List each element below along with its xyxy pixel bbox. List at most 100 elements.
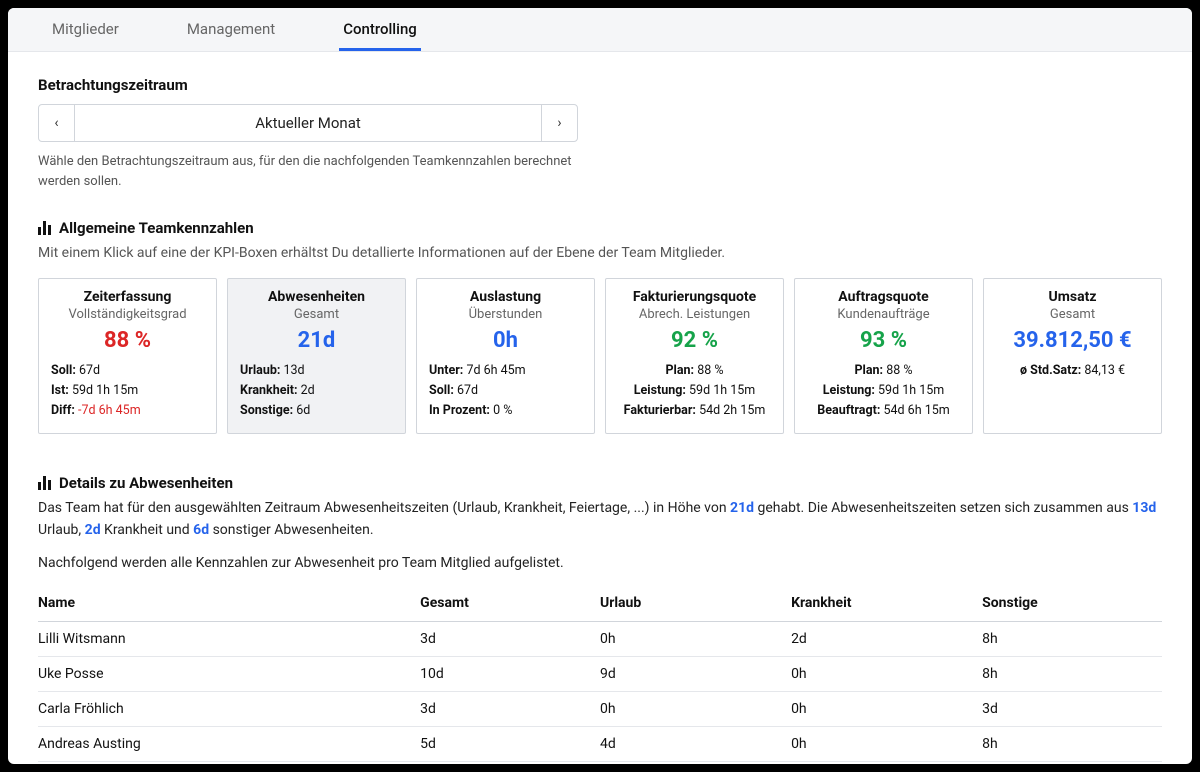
period-value[interactable]: Aktueller Monat xyxy=(75,105,541,141)
highlight-value: 6d xyxy=(193,522,209,538)
cell-name: Andreas Austing xyxy=(38,727,420,762)
kpi-auftragsquote[interactable]: Auftragsquote Kundenaufträge 93 % Plan: … xyxy=(794,278,973,434)
kpi-value: 93 % xyxy=(807,328,960,353)
col-krankheit: Krankheit xyxy=(791,587,982,622)
cell-krankheit: 0h xyxy=(791,727,982,762)
kpi-line-key: Leistung: xyxy=(823,383,875,398)
kpi-subtitle: Gesamt xyxy=(240,307,393,322)
kpi-line-val: 59d 1h 15m xyxy=(72,383,138,398)
kpi-subtitle: Kundenaufträge xyxy=(807,307,960,322)
kpi-value: 39.812,50 € xyxy=(996,328,1149,353)
kpi-line-key: Soll: xyxy=(51,363,76,378)
period-prev-button[interactable]: ‹ xyxy=(39,105,75,141)
kpi-line-key: Plan: xyxy=(665,363,694,378)
kpi-line-key: Sonstige: xyxy=(240,403,293,418)
kpi-title: Auftragsquote xyxy=(807,289,960,305)
tab-management[interactable]: Management xyxy=(183,8,279,51)
text: Das Team hat für den ausgewählten Zeitra… xyxy=(38,500,730,516)
text: Krankheit und xyxy=(101,522,194,538)
period-next-button[interactable]: › xyxy=(541,105,577,141)
cell-urlaub: 0h xyxy=(600,692,791,727)
highlight-value: 13d xyxy=(1132,500,1156,516)
cell-sonstige: 3d xyxy=(982,692,1162,727)
cell-name: Uke Posse xyxy=(38,657,420,692)
col-sonstige: Sonstige xyxy=(982,587,1162,622)
details-title: Details zu Abwesenheiten xyxy=(59,474,233,492)
table-row: Lilli Witsmann3d0h2d8h xyxy=(38,622,1162,657)
kpi-title: Fakturierungsquote xyxy=(618,289,771,305)
kpi-value: 0h xyxy=(429,328,582,353)
col-name: Name xyxy=(38,587,420,622)
details-heading: Details zu Abwesenheiten xyxy=(38,474,1162,492)
kpi-section-desc: Mit einem Klick auf eine der KPI-Boxen e… xyxy=(38,243,1162,264)
kpi-line-val: -7d 6h 45m xyxy=(78,403,141,418)
col-urlaub: Urlaub xyxy=(600,587,791,622)
tab-controlling[interactable]: Controlling xyxy=(339,8,421,51)
details-paragraph-2: Nachfolgend werden alle Kennzahlen zur A… xyxy=(38,553,1162,575)
period-picker: ‹ Aktueller Monat › xyxy=(38,104,578,142)
highlight-value: 21d xyxy=(730,500,754,516)
kpi-row: Zeiterfassung Vollständigkeitsgrad 88 % … xyxy=(38,278,1162,434)
kpi-value: 21d xyxy=(240,328,393,353)
cell-krankheit: 2d xyxy=(791,622,982,657)
kpi-line-val: 54d 2h 15m xyxy=(699,403,765,418)
table-row: Carla Fröhlich3d0h0h3d xyxy=(38,692,1162,727)
cell-name: Lilli Witsmann xyxy=(38,622,420,657)
kpi-line-key: ø Std.Satz: xyxy=(1020,363,1081,378)
kpi-line-val: 2d xyxy=(301,383,315,398)
kpi-section-heading: Allgemeine Teamkennzahlen xyxy=(38,219,1162,237)
kpi-line-key: Beauftragt: xyxy=(817,403,880,418)
text: gehabt. Die Abwesenheitszeiten setzen si… xyxy=(754,500,1132,516)
kpi-line-val: 0 % xyxy=(493,403,512,418)
kpi-title: Umsatz xyxy=(996,289,1149,305)
kpi-line-key: Urlaub: xyxy=(240,363,280,378)
kpi-umsatz[interactable]: Umsatz Gesamt 39.812,50 € ø Std.Satz: 84… xyxy=(983,278,1162,434)
kpi-line-key: Ist: xyxy=(51,383,69,398)
kpi-line-val: 88 % xyxy=(886,363,912,378)
kpi-line-key: Diff: xyxy=(51,403,75,418)
kpi-title: Abwesenheiten xyxy=(240,289,393,305)
kpi-title: Zeiterfassung xyxy=(51,289,204,305)
kpi-line-key: Unter: xyxy=(429,363,463,378)
kpi-value: 88 % xyxy=(51,328,204,353)
cell-gesamt: 10d xyxy=(420,657,600,692)
cell-krankheit: 0h xyxy=(791,657,982,692)
cell-gesamt: 5d xyxy=(420,727,600,762)
kpi-line-val: 54d 6h 15m xyxy=(883,403,949,418)
tab-members[interactable]: Mitglieder xyxy=(48,8,123,51)
chevron-left-icon: ‹ xyxy=(54,115,58,131)
kpi-line-val: 59d 1h 15m xyxy=(878,383,944,398)
kpi-section-title: Allgemeine Teamkennzahlen xyxy=(59,219,254,237)
details-paragraph-1: Das Team hat für den ausgewählten Zeitra… xyxy=(38,498,1162,541)
kpi-line-val: 13d xyxy=(283,363,304,378)
kpi-subtitle: Gesamt xyxy=(996,307,1149,322)
cell-gesamt: 3d xyxy=(420,622,600,657)
bar-chart-icon xyxy=(38,221,51,235)
table-row: Uke Posse10d9d0h8h xyxy=(38,657,1162,692)
kpi-line-key: Soll: xyxy=(429,383,454,398)
absence-table: Name Gesamt Urlaub Krankheit Sonstige Li… xyxy=(38,587,1162,762)
cell-sonstige: 8h xyxy=(982,727,1162,762)
kpi-line-val: 88 % xyxy=(697,363,723,378)
kpi-value: 92 % xyxy=(618,328,771,353)
highlight-value: 2d xyxy=(85,522,101,538)
kpi-zeiterfassung[interactable]: Zeiterfassung Vollständigkeitsgrad 88 % … xyxy=(38,278,217,434)
kpi-auslastung[interactable]: Auslastung Überstunden 0h Unter: 7d 6h 4… xyxy=(416,278,595,434)
period-help: Wähle den Betrachtungszeitraum aus, für … xyxy=(38,152,598,191)
kpi-fakturierungsquote[interactable]: Fakturierungsquote Abrech. Leistungen 92… xyxy=(605,278,784,434)
kpi-line-val: 59d 1h 15m xyxy=(689,383,755,398)
cell-urlaub: 4d xyxy=(600,727,791,762)
text: Urlaub, xyxy=(38,522,85,538)
kpi-title: Auslastung xyxy=(429,289,582,305)
kpi-abwesenheiten[interactable]: Abwesenheiten Gesamt 21d Urlaub: 13d Kra… xyxy=(227,278,406,434)
text: sonstiger Abwesenheiten. xyxy=(209,522,373,538)
col-gesamt: Gesamt xyxy=(420,587,600,622)
table-row: Andreas Austing5d4d0h8h xyxy=(38,727,1162,762)
kpi-line-key: Fakturierbar: xyxy=(624,403,696,418)
bar-chart-icon xyxy=(38,476,51,490)
cell-sonstige: 8h xyxy=(982,657,1162,692)
tabs: Mitglieder Management Controlling xyxy=(8,8,1192,52)
period-label: Betrachtungszeitraum xyxy=(38,76,1162,94)
kpi-line-key: Leistung: xyxy=(634,383,686,398)
kpi-line-val: 67d xyxy=(79,363,100,378)
